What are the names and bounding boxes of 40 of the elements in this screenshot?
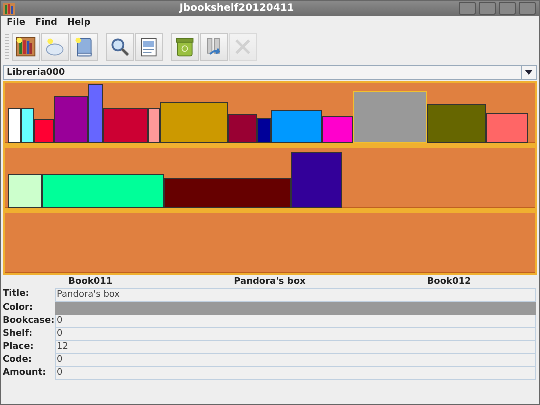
search-icon: [109, 36, 131, 58]
field-value: 0: [55, 328, 536, 341]
field-label: Amount:: [3, 367, 48, 379]
book[interactable]: [21, 108, 34, 143]
book[interactable]: [8, 174, 42, 208]
field-value: Pandora's box: [55, 288, 536, 302]
menu-item[interactable]: File: [7, 18, 26, 29]
field-value: 12: [55, 341, 536, 354]
previous-book-label: Book011: [68, 277, 114, 287]
menu-item[interactable]: Help: [68, 18, 91, 29]
toolbar-button[interactable]: [106, 33, 134, 61]
next-book-label: Book012: [426, 277, 472, 287]
field-label: Bookcase:: [3, 315, 55, 327]
library-dropdown[interactable]: Libreria000: [3, 65, 537, 80]
document-icon: [138, 36, 160, 58]
cloud-icon: [44, 36, 66, 58]
book[interactable]: [42, 174, 164, 208]
field-label: Place:: [3, 341, 35, 353]
toolbar-button[interactable]: [70, 33, 98, 61]
field-value: 0: [55, 367, 536, 380]
toolbar-button[interactable]: [12, 33, 40, 61]
bookshelf-icon: [15, 36, 37, 58]
window-title: Jbookshelf20120411: [178, 3, 296, 14]
toolbar-button[interactable]: [200, 33, 228, 61]
app-icon: [3, 2, 15, 14]
toolbar-button[interactable]: [135, 33, 163, 61]
field-value: 0: [55, 354, 536, 367]
book[interactable]: [148, 108, 160, 143]
menu-item[interactable]: Find: [35, 18, 58, 29]
field-label: Color:: [3, 302, 34, 314]
field-label: Shelf:: [3, 328, 34, 340]
current-book-label: Pandora's box: [233, 277, 307, 287]
field-label: Code:: [3, 354, 33, 366]
book-icon: [73, 36, 95, 58]
book[interactable]: [8, 108, 21, 143]
caret-icon: [525, 70, 533, 75]
toolbar-button[interactable]: [171, 33, 199, 61]
trash-icon: [174, 36, 196, 58]
field-label: Title:: [3, 288, 30, 300]
field-value: 0: [55, 315, 536, 328]
